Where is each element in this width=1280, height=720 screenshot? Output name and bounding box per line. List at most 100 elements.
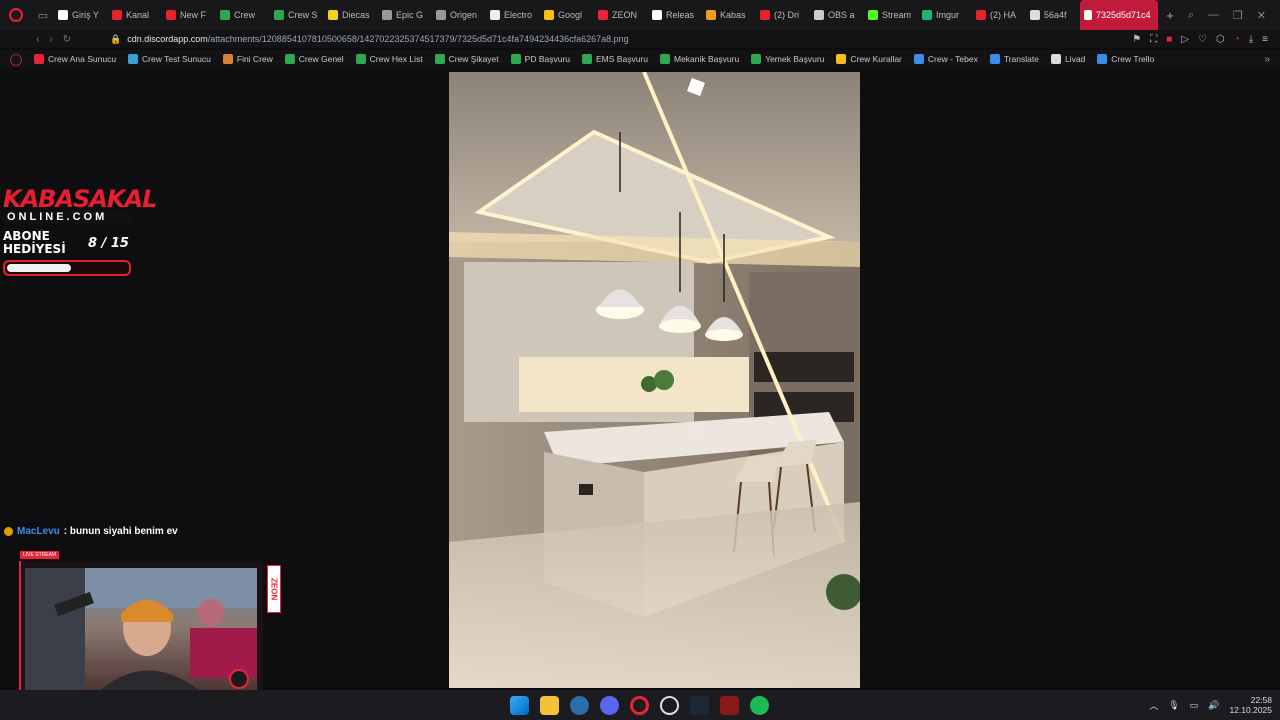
sub-goal-count: 8 / 15 bbox=[88, 235, 129, 251]
bookmark-icon bbox=[582, 54, 593, 64]
tab[interactable]: Releas bbox=[648, 0, 702, 30]
tab[interactable]: Crew bbox=[216, 0, 270, 30]
search-tabs-icon[interactable]: ⌕ bbox=[1188, 9, 1194, 22]
tab-label: ZEON bbox=[612, 10, 638, 20]
close-button[interactable]: ✕ bbox=[1257, 9, 1266, 22]
display-icon[interactable]: ▭ bbox=[1190, 700, 1199, 711]
bookmark-item[interactable]: Translate bbox=[989, 54, 1039, 64]
bookmark-item[interactable]: Mekanik Başvuru bbox=[659, 54, 739, 64]
tab[interactable]: Crew S bbox=[270, 0, 324, 30]
tab-label: Googl bbox=[558, 10, 583, 20]
tab-label: 56a4f bbox=[1044, 10, 1067, 20]
address-bar: ‹ › ↻ 🔒 cdn.discordapp.com/attachments/1… bbox=[0, 30, 1280, 48]
url-field[interactable]: 🔒 cdn.discordapp.com/attachments/1208854… bbox=[110, 34, 1132, 45]
tab-label: Crew S bbox=[288, 10, 318, 20]
tab[interactable]: Kanal bbox=[108, 0, 162, 30]
kitchen-photo[interactable] bbox=[449, 72, 860, 688]
clock[interactable]: 22:58 12.10.2025 bbox=[1229, 695, 1272, 715]
bookmark-item[interactable]: Crew Hex List bbox=[355, 54, 423, 64]
tab[interactable]: Kabas bbox=[702, 0, 756, 30]
game-icon[interactable] bbox=[720, 695, 739, 715]
opera-taskbar-icon[interactable] bbox=[630, 695, 649, 715]
bookmark-item[interactable]: Livad bbox=[1050, 54, 1086, 64]
bookmark-item[interactable]: Crew Kurallar bbox=[836, 54, 902, 64]
bookmark-label: Livad bbox=[1064, 54, 1086, 64]
file-icon bbox=[1084, 10, 1092, 20]
bookmark-item[interactable]: Crew Test Sunucu bbox=[128, 54, 211, 64]
tab-label: Diecas bbox=[342, 10, 370, 20]
opera-logo-icon[interactable] bbox=[0, 0, 32, 30]
bookmark-icon bbox=[913, 54, 924, 64]
aria-icon[interactable] bbox=[10, 54, 22, 66]
file-explorer-icon[interactable] bbox=[540, 695, 559, 715]
tab[interactable]: Googl bbox=[540, 0, 594, 30]
bookmark-item[interactable]: Crew Şikayet bbox=[434, 54, 499, 64]
forward-icon[interactable]: › bbox=[49, 34, 52, 45]
obs-taskbar-icon[interactable] bbox=[660, 695, 679, 715]
spotify-icon[interactable] bbox=[750, 695, 769, 715]
bookmark-icon bbox=[355, 54, 366, 64]
tab[interactable]: 56a4f bbox=[1026, 0, 1080, 30]
tab[interactable]: Stream bbox=[864, 0, 918, 30]
kick-icon bbox=[868, 10, 878, 20]
bookmarks-more-icon[interactable]: » bbox=[1264, 54, 1270, 65]
extensions-icon[interactable]: ⬡ bbox=[1216, 34, 1225, 45]
bookmark-icon bbox=[128, 54, 139, 64]
browser-tab-bar: ▭ Giriş Y Kanal New F Crew Crew S Diecas Epic … bbox=[0, 0, 1280, 30]
start-icon[interactable] bbox=[510, 695, 529, 715]
bookmark-icon bbox=[751, 54, 762, 64]
tab[interactable]: Giriş Y bbox=[54, 0, 108, 30]
tab[interactable]: OBS a bbox=[810, 0, 864, 30]
bookmark-item[interactable]: Crew Trello bbox=[1097, 54, 1154, 64]
snapshot-icon[interactable]: ⛶ bbox=[1150, 34, 1157, 45]
vpn-icon[interactable]: ■ bbox=[1166, 34, 1172, 45]
tab[interactable]: Imgur bbox=[918, 0, 972, 30]
tab[interactable]: Epic G bbox=[378, 0, 432, 30]
wallet-icon[interactable]: ◔ bbox=[1234, 34, 1240, 45]
minimize-button[interactable]: — bbox=[1208, 9, 1219, 22]
tab-label: (2) Dri bbox=[774, 10, 799, 20]
tab[interactable]: New F bbox=[162, 0, 216, 30]
maximize-button[interactable]: ❐ bbox=[1233, 9, 1243, 22]
bookmark-label: Crew - Tebex bbox=[927, 54, 978, 64]
menu-icon[interactable]: ≡ bbox=[1262, 34, 1268, 45]
tab-active[interactable]: 7325d5d71c4 bbox=[1080, 0, 1158, 30]
zeon-icon bbox=[598, 10, 608, 20]
s-icon bbox=[328, 10, 338, 20]
tab-label: Kabas bbox=[720, 10, 746, 20]
bookmark-label: Crew Genel bbox=[298, 54, 344, 64]
tab[interactable]: (2) HA bbox=[972, 0, 1026, 30]
tab[interactable]: Electro bbox=[486, 0, 540, 30]
network-app-icon[interactable] bbox=[570, 695, 589, 715]
stream-goal-overlay: KABASAKAL ONLINE.COM ABONE HEDİYESİ 8 / … bbox=[3, 186, 157, 276]
microphone-icon[interactable]: 🎙 bbox=[1168, 700, 1179, 711]
tab[interactable]: (2) Dri bbox=[756, 0, 810, 30]
bookmark-item[interactable]: Crew Ana Sunucu bbox=[34, 54, 116, 64]
imgur-icon bbox=[922, 10, 932, 20]
bookmark-label: EMS Başvuru bbox=[596, 54, 648, 64]
bookmark-item[interactable]: EMS Başvuru bbox=[582, 54, 648, 64]
play-icon[interactable]: ▷ bbox=[1181, 34, 1189, 45]
download-icon[interactable]: ⤓ bbox=[1249, 34, 1253, 45]
tab[interactable]: ZEON bbox=[594, 0, 648, 30]
bookmark-item[interactable]: PD Başvuru bbox=[510, 54, 570, 64]
tab[interactable]: Origen bbox=[432, 0, 486, 30]
new-tab-button[interactable]: + bbox=[1158, 8, 1182, 23]
bookmark-label: Crew Ana Sunucu bbox=[48, 54, 117, 64]
bookmark-item[interactable]: Crew Genel bbox=[284, 54, 344, 64]
discord-icon[interactable] bbox=[600, 695, 619, 715]
bookmark-item[interactable]: Yemek Başvuru bbox=[751, 54, 824, 64]
reload-icon[interactable]: ↻ bbox=[63, 34, 71, 45]
tab[interactable]: Diecas bbox=[324, 0, 378, 30]
bookmark-icon bbox=[989, 54, 1000, 64]
bookmark-icon bbox=[836, 54, 847, 64]
workspaces-icon[interactable]: ▭ bbox=[32, 0, 54, 30]
back-icon[interactable]: ‹ bbox=[36, 34, 39, 45]
bookmark-item[interactable]: Crew - Tebex bbox=[913, 54, 978, 64]
tray-chevron-icon[interactable]: ︿ bbox=[1149, 699, 1158, 712]
bookmark-item[interactable]: Fini Crew bbox=[222, 54, 273, 64]
steam-icon[interactable] bbox=[690, 695, 709, 715]
bookmark-icon[interactable]: ⚑ bbox=[1132, 34, 1141, 45]
heart-icon[interactable]: ♡ bbox=[1198, 34, 1207, 45]
volume-icon[interactable]: 🔊 bbox=[1208, 700, 1219, 711]
